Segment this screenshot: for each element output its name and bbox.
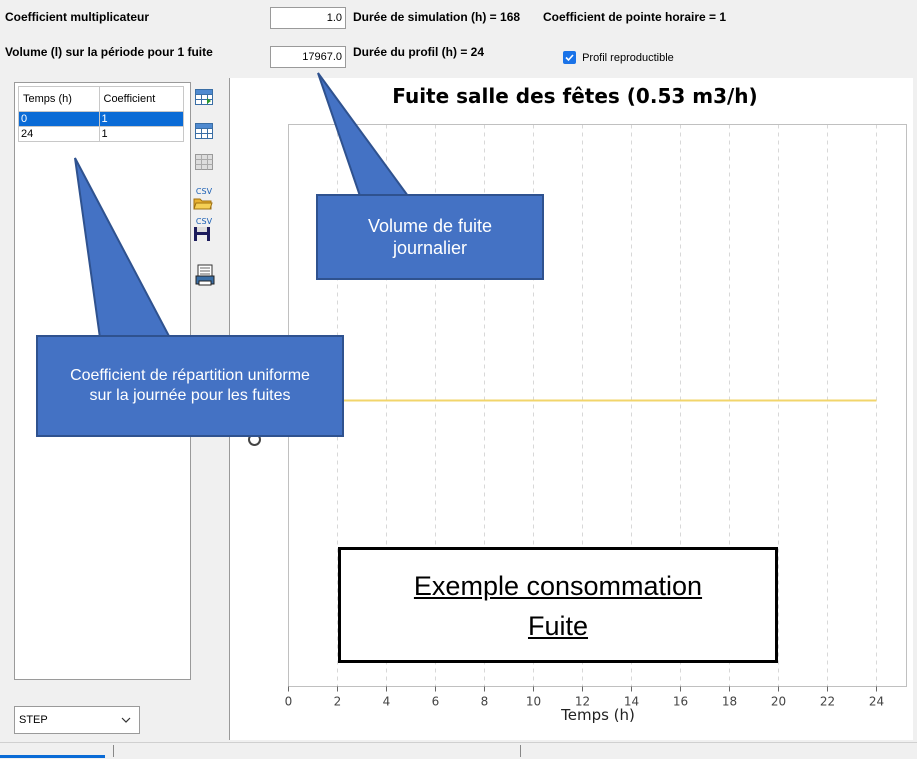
- coefficient-callout-text: Coefficient de répartition uniforme sur …: [70, 367, 310, 404]
- peak-coef-text: Coefficient de pointe horaire = 1: [543, 10, 727, 24]
- print-icon[interactable]: [193, 262, 217, 288]
- example-box: Exemple consommation Fuite: [338, 547, 778, 663]
- status-divider: [113, 745, 114, 757]
- col-header-coefficient[interactable]: Coefficient: [98, 86, 184, 112]
- chevron-down-icon: [121, 707, 131, 743]
- col-header-temps[interactable]: Temps (h): [18, 86, 100, 112]
- status-divider: [520, 745, 521, 757]
- table-row[interactable]: 0 1: [18, 111, 184, 127]
- volume-callout: Volume de fuite journalier: [316, 194, 544, 280]
- cell-coefficient[interactable]: 1: [98, 126, 184, 142]
- status-bar: [0, 742, 917, 759]
- profile-table: Temps (h) Coefficient 0 1 24 1: [18, 86, 184, 142]
- profile-duration-text: Durée du profil (h) = 24: [353, 45, 485, 59]
- cell-coefficient[interactable]: 1: [98, 111, 184, 127]
- volume-callout-text: Volume de fuite journalier: [367, 216, 493, 258]
- interpolation-select[interactable]: STEP: [14, 706, 140, 734]
- cell-temps[interactable]: 0: [18, 111, 100, 127]
- volume-input[interactable]: 17967.0: [270, 46, 346, 68]
- x-axis-label: Temps (h): [561, 706, 635, 724]
- volume-label: Volume (l) sur la période pour 1 fuite: [5, 45, 213, 59]
- interpolation-value: STEP: [19, 714, 48, 726]
- csv-save-icon[interactable]: CSV: [193, 218, 215, 244]
- csv-open-text: CSV: [195, 187, 213, 196]
- grid-icon[interactable]: [193, 120, 215, 142]
- coefficient-callout: Coefficient de répartition uniforme sur …: [36, 335, 344, 437]
- coef-multiplicateur-label: Coefficient multiplicateur: [5, 10, 150, 24]
- csv-save-text: CSV: [195, 217, 213, 226]
- example-line2: Fuite: [527, 611, 589, 641]
- table-row[interactable]: 24 1: [18, 126, 184, 142]
- reproducible-label: Profil reproductible: [582, 51, 674, 64]
- delete-row-icon[interactable]: [193, 151, 215, 173]
- insert-row-icon[interactable]: [193, 86, 215, 108]
- reproducible-checkbox[interactable]: Profil reproductible: [563, 51, 674, 64]
- cell-temps[interactable]: 24: [18, 126, 100, 142]
- checkmark-icon: [563, 51, 576, 64]
- sim-duration-text: Durée de simulation (h) = 168: [353, 10, 521, 24]
- csv-open-icon[interactable]: CSV: [193, 188, 215, 212]
- coef-multiplicateur-input[interactable]: 1.0: [270, 7, 346, 29]
- example-line1: Exemple consommation: [413, 571, 703, 601]
